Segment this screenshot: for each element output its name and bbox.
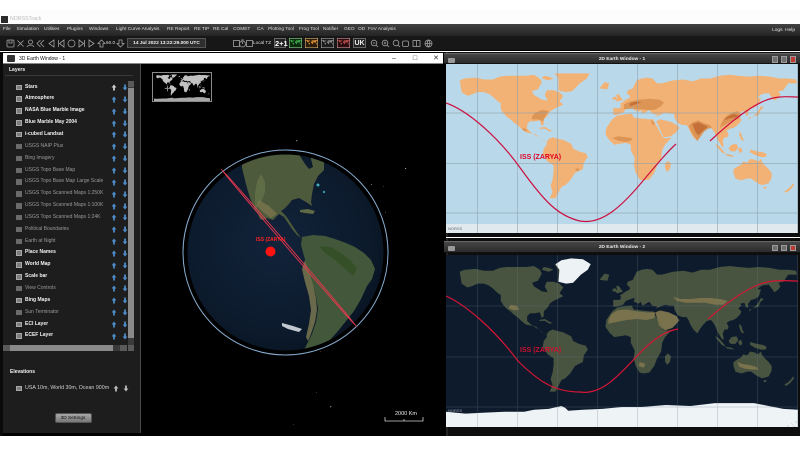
svg-text:2000 Km: 2000 Km xyxy=(395,411,417,417)
svg-text:ISS (ZARYA): ISS (ZARYA) xyxy=(256,237,286,243)
svg-text:NORSS: NORSS xyxy=(448,226,463,231)
svg-text:ISS (ZARYA): ISS (ZARYA) xyxy=(520,347,561,354)
svg-text:ISS (ZARYA): ISS (ZARYA) xyxy=(520,154,561,161)
svg-text:NORSS: NORSS xyxy=(448,408,463,413)
